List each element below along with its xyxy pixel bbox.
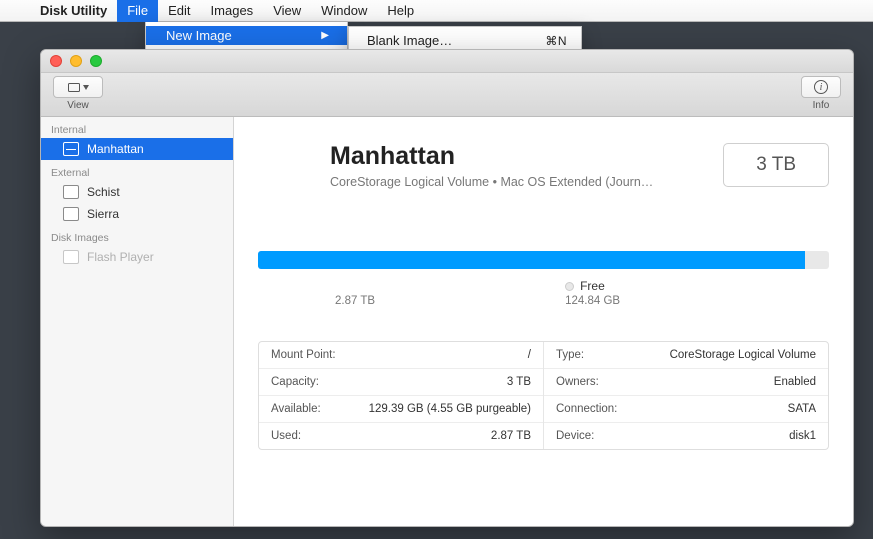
volume-header: Manhattan CoreStorage Logical Volume • M… (258, 137, 829, 193)
window-body: Internal Manhattan External Schist Sierr… (41, 117, 853, 526)
details-table: Mount Point:/ Capacity:3 TB Available:12… (258, 341, 829, 450)
app-name[interactable]: Disk Utility (30, 3, 117, 18)
sidebar-item-label: Flash Player (87, 250, 154, 264)
volume-title: Manhattan (330, 142, 653, 171)
table-row: Used:2.87 TB (259, 423, 543, 449)
submenu-blank-image[interactable]: Blank Image… ⌘N (349, 31, 581, 50)
sidebar-item-manhattan[interactable]: Manhattan (41, 138, 233, 160)
info-button[interactable]: i (801, 76, 841, 98)
menu-label: New Image (166, 28, 232, 43)
volume-icon (63, 142, 79, 156)
menu-window[interactable]: Window (311, 0, 377, 22)
sidebar-item-flashplayer[interactable]: Flash Player (41, 246, 233, 268)
sidebar: Internal Manhattan External Schist Sierr… (41, 117, 234, 526)
sidebar-icon (68, 83, 80, 92)
chevron-down-icon (83, 85, 89, 90)
sidebar-item-sierra[interactable]: Sierra (41, 203, 233, 225)
disk-utility-window: View i Info Internal Manhattan External … (40, 49, 854, 527)
legend-dot-free (565, 282, 574, 291)
toolbar-label: Info (801, 100, 841, 111)
zoom-button[interactable] (90, 55, 102, 67)
sidebar-item-schist[interactable]: Schist (41, 181, 233, 203)
sidebar-item-label: Schist (87, 185, 120, 199)
table-row: Available:129.39 GB (4.55 GB purgeable) (259, 396, 543, 423)
sidebar-item-label: Manhattan (87, 142, 144, 156)
usage-bar-used (258, 251, 805, 269)
legend-value-free: 124.84 GB (565, 295, 620, 307)
disk-image-icon (63, 250, 79, 264)
legend-value-used: 2.87 TB (335, 295, 375, 307)
table-row: Connection:SATA (544, 396, 828, 423)
info-icon: i (814, 80, 828, 94)
menu-file[interactable]: File (117, 0, 158, 22)
table-row: Capacity:3 TB (259, 369, 543, 396)
content-pane: Manhattan CoreStorage Logical Volume • M… (234, 117, 853, 526)
minimize-button[interactable] (70, 55, 82, 67)
usage-bar (258, 251, 829, 269)
table-row: Type:CoreStorage Logical Volume (544, 342, 828, 369)
system-menubar: Disk Utility File Edit Images View Windo… (0, 0, 873, 22)
sidebar-header-diskimages: Disk Images (41, 225, 233, 246)
volume-icon (63, 207, 79, 221)
capacity-badge: 3 TB (723, 143, 829, 187)
window-titlebar[interactable] (41, 50, 853, 73)
menu-edit[interactable]: Edit (158, 0, 200, 22)
menu-label: Blank Image… (367, 33, 452, 48)
table-row: Mount Point:/ (259, 342, 543, 369)
usage-legend: Used 2.87 TB Free 124.84 GB (258, 279, 829, 307)
table-row: Owners:Enabled (544, 369, 828, 396)
table-row: Device:disk1 (544, 423, 828, 449)
toolbar-label: View (53, 100, 103, 111)
close-button[interactable] (50, 55, 62, 67)
menu-help[interactable]: Help (377, 0, 424, 22)
submenu-arrow-icon: ▶ (321, 30, 329, 41)
sidebar-header-internal: Internal (41, 117, 233, 138)
traffic-lights (50, 55, 102, 67)
legend-label: Free (580, 279, 605, 293)
toolbar-view-group: View (53, 76, 103, 111)
shortcut: ⌘N (545, 34, 567, 48)
window-toolbar: View i Info (41, 73, 853, 117)
sidebar-item-label: Sierra (87, 207, 119, 221)
toolbar-info-group: i Info (801, 76, 841, 111)
usage-section: Used 2.87 TB Free 124.84 GB (258, 251, 829, 307)
volume-subtitle: CoreStorage Logical Volume • Mac OS Exte… (330, 175, 653, 189)
menu-images[interactable]: Images (201, 0, 264, 22)
menu-view[interactable]: View (263, 0, 311, 22)
volume-icon (63, 185, 79, 199)
sidebar-header-external: External (41, 160, 233, 181)
menu-new-image[interactable]: New Image ▶ (146, 26, 347, 45)
view-button[interactable] (53, 76, 103, 98)
